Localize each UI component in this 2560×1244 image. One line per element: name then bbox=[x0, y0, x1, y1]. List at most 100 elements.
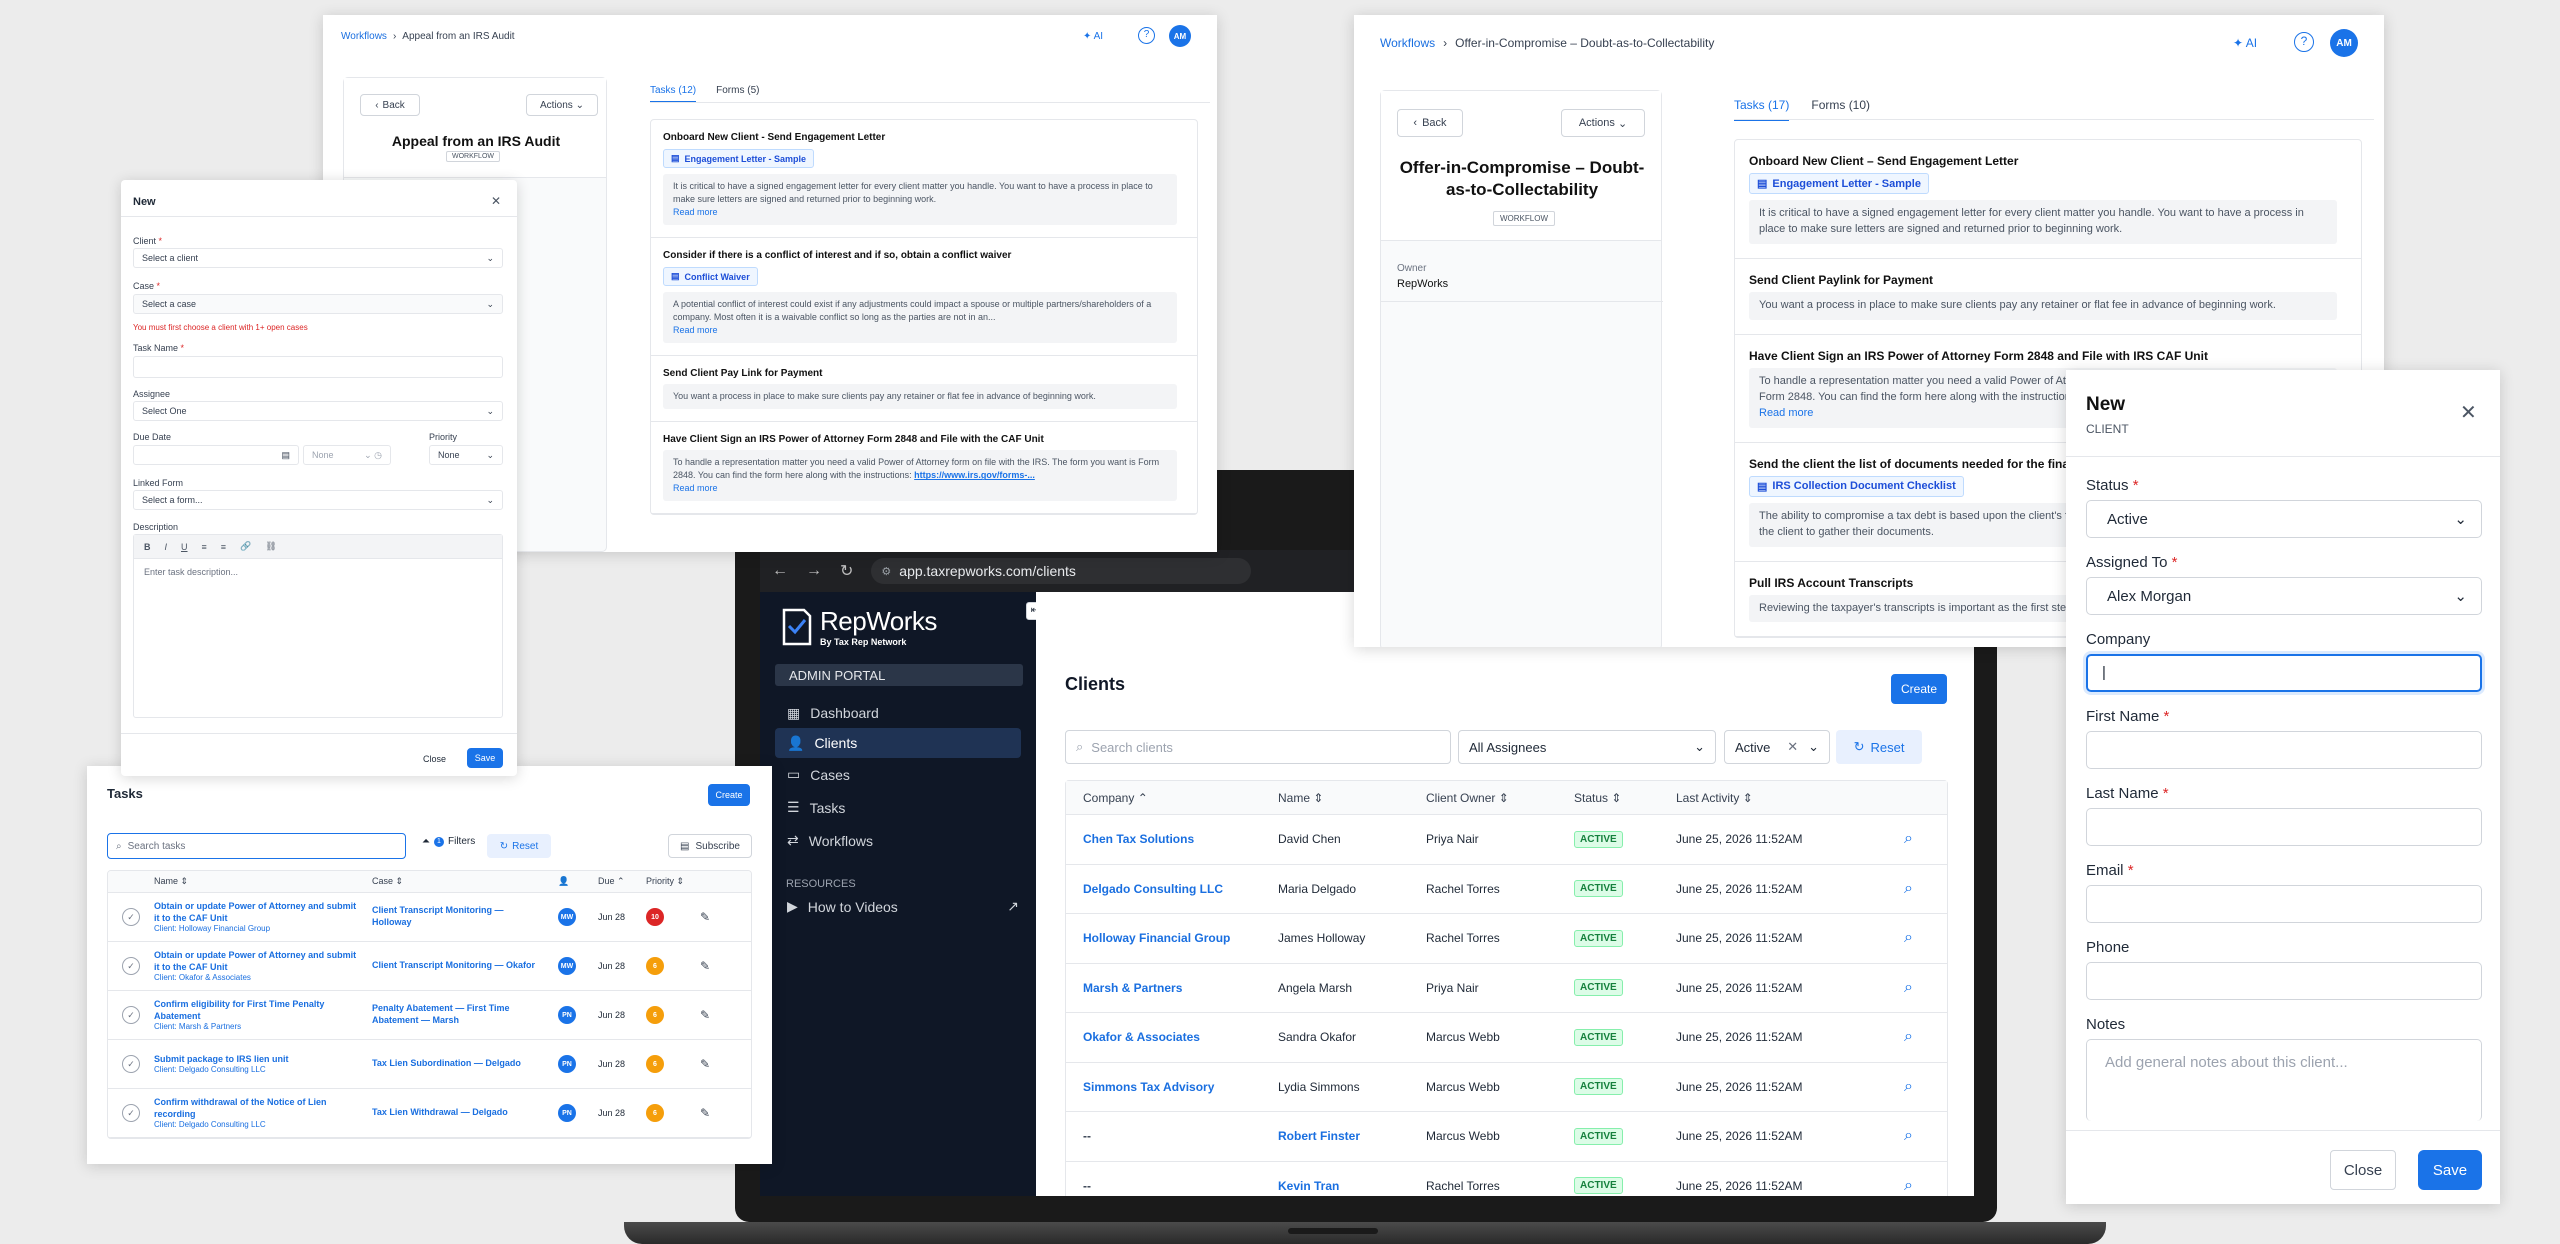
case-link[interactable]: Tax Lien Withdrawal — Delgado bbox=[372, 1107, 558, 1119]
due-time-select[interactable]: None ⌄ ◷ bbox=[303, 445, 391, 465]
view-search-icon[interactable]: ⌕ bbox=[1904, 1078, 1913, 1096]
table-row[interactable]: Chen Tax Solutions David Chen Priya Nair AC… bbox=[1066, 815, 1947, 865]
subscribe-button[interactable]: ▤ Subscribe bbox=[668, 834, 752, 858]
view-search-icon[interactable]: ⌕ bbox=[1904, 979, 1913, 997]
col-assignee-icon[interactable]: 👤 bbox=[558, 876, 598, 887]
actions-dropdown[interactable]: Actions ⌄ bbox=[526, 94, 598, 116]
reset-filters-button[interactable]: ↻ Reset bbox=[487, 834, 551, 858]
col-priority[interactable]: Priority ⇕ bbox=[646, 876, 726, 887]
task-name-link[interactable]: Confirm eligibility for First Time Penal… bbox=[154, 999, 362, 1022]
sidebar-item-workflows[interactable]: ⇄ Workflows bbox=[775, 824, 1021, 857]
view-search-icon[interactable]: ⌕ bbox=[1904, 880, 1913, 898]
ai-button[interactable]: ✦ AI bbox=[1083, 31, 1103, 42]
create-client-button[interactable]: Create bbox=[1891, 674, 1947, 704]
save-button[interactable]: Save bbox=[467, 748, 503, 768]
back-nav-icon[interactable]: ← bbox=[772, 562, 788, 580]
priority-select[interactable]: None ⌄ bbox=[429, 445, 503, 465]
task-name-link[interactable]: Obtain or update Power of Attorney and s… bbox=[154, 901, 362, 924]
table-row[interactable]: Holloway Financial Group James Holloway Ra… bbox=[1066, 914, 1947, 964]
tab-forms[interactable]: Forms (10) bbox=[1811, 98, 1870, 121]
view-search-icon[interactable]: ⌕ bbox=[1904, 929, 1913, 947]
sidebar-item-cases[interactable]: ▭ Cases bbox=[775, 758, 1021, 791]
breadcrumb-workflows-link[interactable]: Workflows bbox=[341, 31, 387, 42]
underline-icon[interactable]: U bbox=[181, 542, 188, 552]
task-item[interactable]: Send Client Pay Link for Payment You want… bbox=[651, 356, 1197, 423]
filters-button[interactable]: ⏶ 1 Filters bbox=[422, 836, 475, 847]
table-row[interactable]: Okafor & Associates Sandra Okafor Marcus W… bbox=[1066, 1013, 1947, 1063]
company-cell[interactable]: Chen Tax Solutions bbox=[1066, 832, 1278, 846]
tasks-search-input[interactable]: ⌕ Search tasks bbox=[107, 833, 406, 859]
name-cell[interactable]: Kevin Tran bbox=[1278, 1179, 1426, 1193]
phone-input[interactable] bbox=[2086, 962, 2482, 1000]
unlink-icon[interactable]: ⛓ bbox=[265, 541, 276, 552]
back-button[interactable]: ‹ Back bbox=[1397, 109, 1463, 137]
col-client-owner[interactable]: Client Owner ⇕ bbox=[1426, 791, 1574, 805]
sidebar-item-dashboard[interactable]: ▦ Dashboard bbox=[775, 698, 1021, 728]
irs-forms-link[interactable]: https://www.irs.gov/forms-... bbox=[914, 470, 1035, 480]
help-icon[interactable]: ? bbox=[1138, 27, 1155, 44]
ai-button[interactable]: ✦ AI bbox=[2233, 36, 2257, 50]
complete-checkbox[interactable]: ✓ bbox=[122, 908, 140, 926]
notes-input[interactable]: Add general notes about this client... bbox=[2086, 1039, 2482, 1121]
due-date-input[interactable]: ▤ bbox=[133, 445, 299, 465]
status-select[interactable]: Active ⌄ bbox=[2086, 500, 2482, 538]
assignee-filter-select[interactable]: All Assignees ⌄ bbox=[1458, 730, 1716, 764]
complete-checkbox[interactable]: ✓ bbox=[122, 1104, 140, 1122]
edit-pencil-icon[interactable]: ✎ bbox=[700, 910, 710, 924]
linked-form-pill[interactable]: ▤ Conflict Waiver bbox=[663, 267, 758, 287]
reload-icon[interactable]: ↻ bbox=[840, 561, 853, 581]
linked-form-select[interactable]: Select a form... ⌄ bbox=[133, 490, 503, 510]
link-icon[interactable]: 🔗 bbox=[240, 541, 251, 552]
company-cell[interactable]: Okafor & Associates bbox=[1066, 1030, 1278, 1044]
edit-pencil-icon[interactable]: ✎ bbox=[700, 959, 710, 973]
italic-icon[interactable]: I bbox=[165, 542, 168, 552]
clear-icon[interactable]: ✕ bbox=[1787, 739, 1798, 755]
edit-pencil-icon[interactable]: ✎ bbox=[700, 1057, 710, 1071]
table-row[interactable]: -- Robert Finster Marcus Webb ACTIVE June 25… bbox=[1066, 1112, 1947, 1162]
create-task-button[interactable]: Create bbox=[708, 784, 750, 806]
table-row[interactable]: ✓ Submit package to IRS lien unit Client: … bbox=[108, 1040, 751, 1089]
case-link[interactable]: Client Transcript Monitoring — Holloway bbox=[372, 905, 558, 928]
sidebar-item-clients[interactable]: 👤 Clients bbox=[775, 728, 1021, 758]
view-search-icon[interactable]: ⌕ bbox=[1904, 1028, 1913, 1046]
linked-form-pill[interactable]: ▤ Engagement Letter - Sample bbox=[663, 149, 815, 168]
sidebar-item-how-to-videos[interactable]: ▶ How to Videos ↗ bbox=[787, 898, 1019, 915]
close-icon[interactable]: ✕ bbox=[491, 194, 501, 208]
task-name-link[interactable]: Obtain or update Power of Attorney and s… bbox=[154, 950, 362, 973]
client-select[interactable]: Select a client ⌄ bbox=[133, 248, 503, 268]
table-row[interactable]: Marsh & Partners Angela Marsh Priya Nair AC… bbox=[1066, 964, 1947, 1013]
read-more-link[interactable]: Read more bbox=[673, 324, 1167, 337]
col-name[interactable]: Name ⇕ bbox=[1278, 791, 1426, 805]
col-name[interactable]: Name ⇕ bbox=[154, 876, 372, 887]
view-search-icon[interactable]: ⌕ bbox=[1904, 1177, 1913, 1195]
edit-pencil-icon[interactable]: ✎ bbox=[700, 1008, 710, 1022]
table-row[interactable]: ✓ Obtain or update Power of Attorney and … bbox=[108, 942, 751, 991]
close-icon[interactable]: ✕ bbox=[2460, 400, 2477, 425]
help-icon[interactable]: ? bbox=[2294, 32, 2314, 52]
name-cell[interactable]: Robert Finster bbox=[1278, 1129, 1426, 1143]
address-bar[interactable]: ⚙ app.taxrepworks.com/clients bbox=[871, 558, 1252, 584]
company-cell[interactable]: Simmons Tax Advisory bbox=[1066, 1080, 1278, 1094]
save-button[interactable]: Save bbox=[2418, 1150, 2482, 1190]
col-case[interactable]: Case ⇕ bbox=[372, 876, 558, 887]
task-name-link[interactable]: Confirm withdrawal of the Notice of Lien… bbox=[154, 1097, 362, 1120]
ordered-list-icon[interactable]: ≡ bbox=[202, 542, 207, 552]
col-due[interactable]: Due ⌃ bbox=[598, 876, 646, 887]
task-item[interactable]: Onboard New Client – Send Engagement Let… bbox=[1735, 140, 2361, 259]
linked-form-pill[interactable]: ▤ IRS Collection Document Checklist bbox=[1749, 475, 1964, 497]
tab-tasks[interactable]: Tasks (12) bbox=[650, 85, 697, 103]
complete-checkbox[interactable]: ✓ bbox=[122, 957, 140, 975]
back-button[interactable]: ‹ Back bbox=[360, 94, 420, 116]
complete-checkbox[interactable]: ✓ bbox=[122, 1055, 140, 1073]
col-status[interactable]: Status ⇕ bbox=[1574, 791, 1676, 805]
user-avatar[interactable]: AM bbox=[2330, 29, 2358, 57]
company-cell[interactable]: Marsh & Partners bbox=[1066, 981, 1278, 995]
col-last-activity[interactable]: Last Activity ⇕ bbox=[1676, 791, 1876, 805]
site-info-icon[interactable]: ⚙ bbox=[881, 565, 891, 578]
view-search-icon[interactable]: ⌕ bbox=[1904, 1127, 1913, 1145]
read-more-link[interactable]: Read more bbox=[673, 206, 1167, 219]
task-item[interactable]: Have Client Sign an IRS Power of Attorne… bbox=[651, 422, 1197, 515]
case-select[interactable]: Select a case ⌄ bbox=[133, 294, 503, 314]
case-link[interactable]: Client Transcript Monitoring — Okafor bbox=[372, 960, 558, 972]
email-input[interactable] bbox=[2086, 885, 2482, 923]
